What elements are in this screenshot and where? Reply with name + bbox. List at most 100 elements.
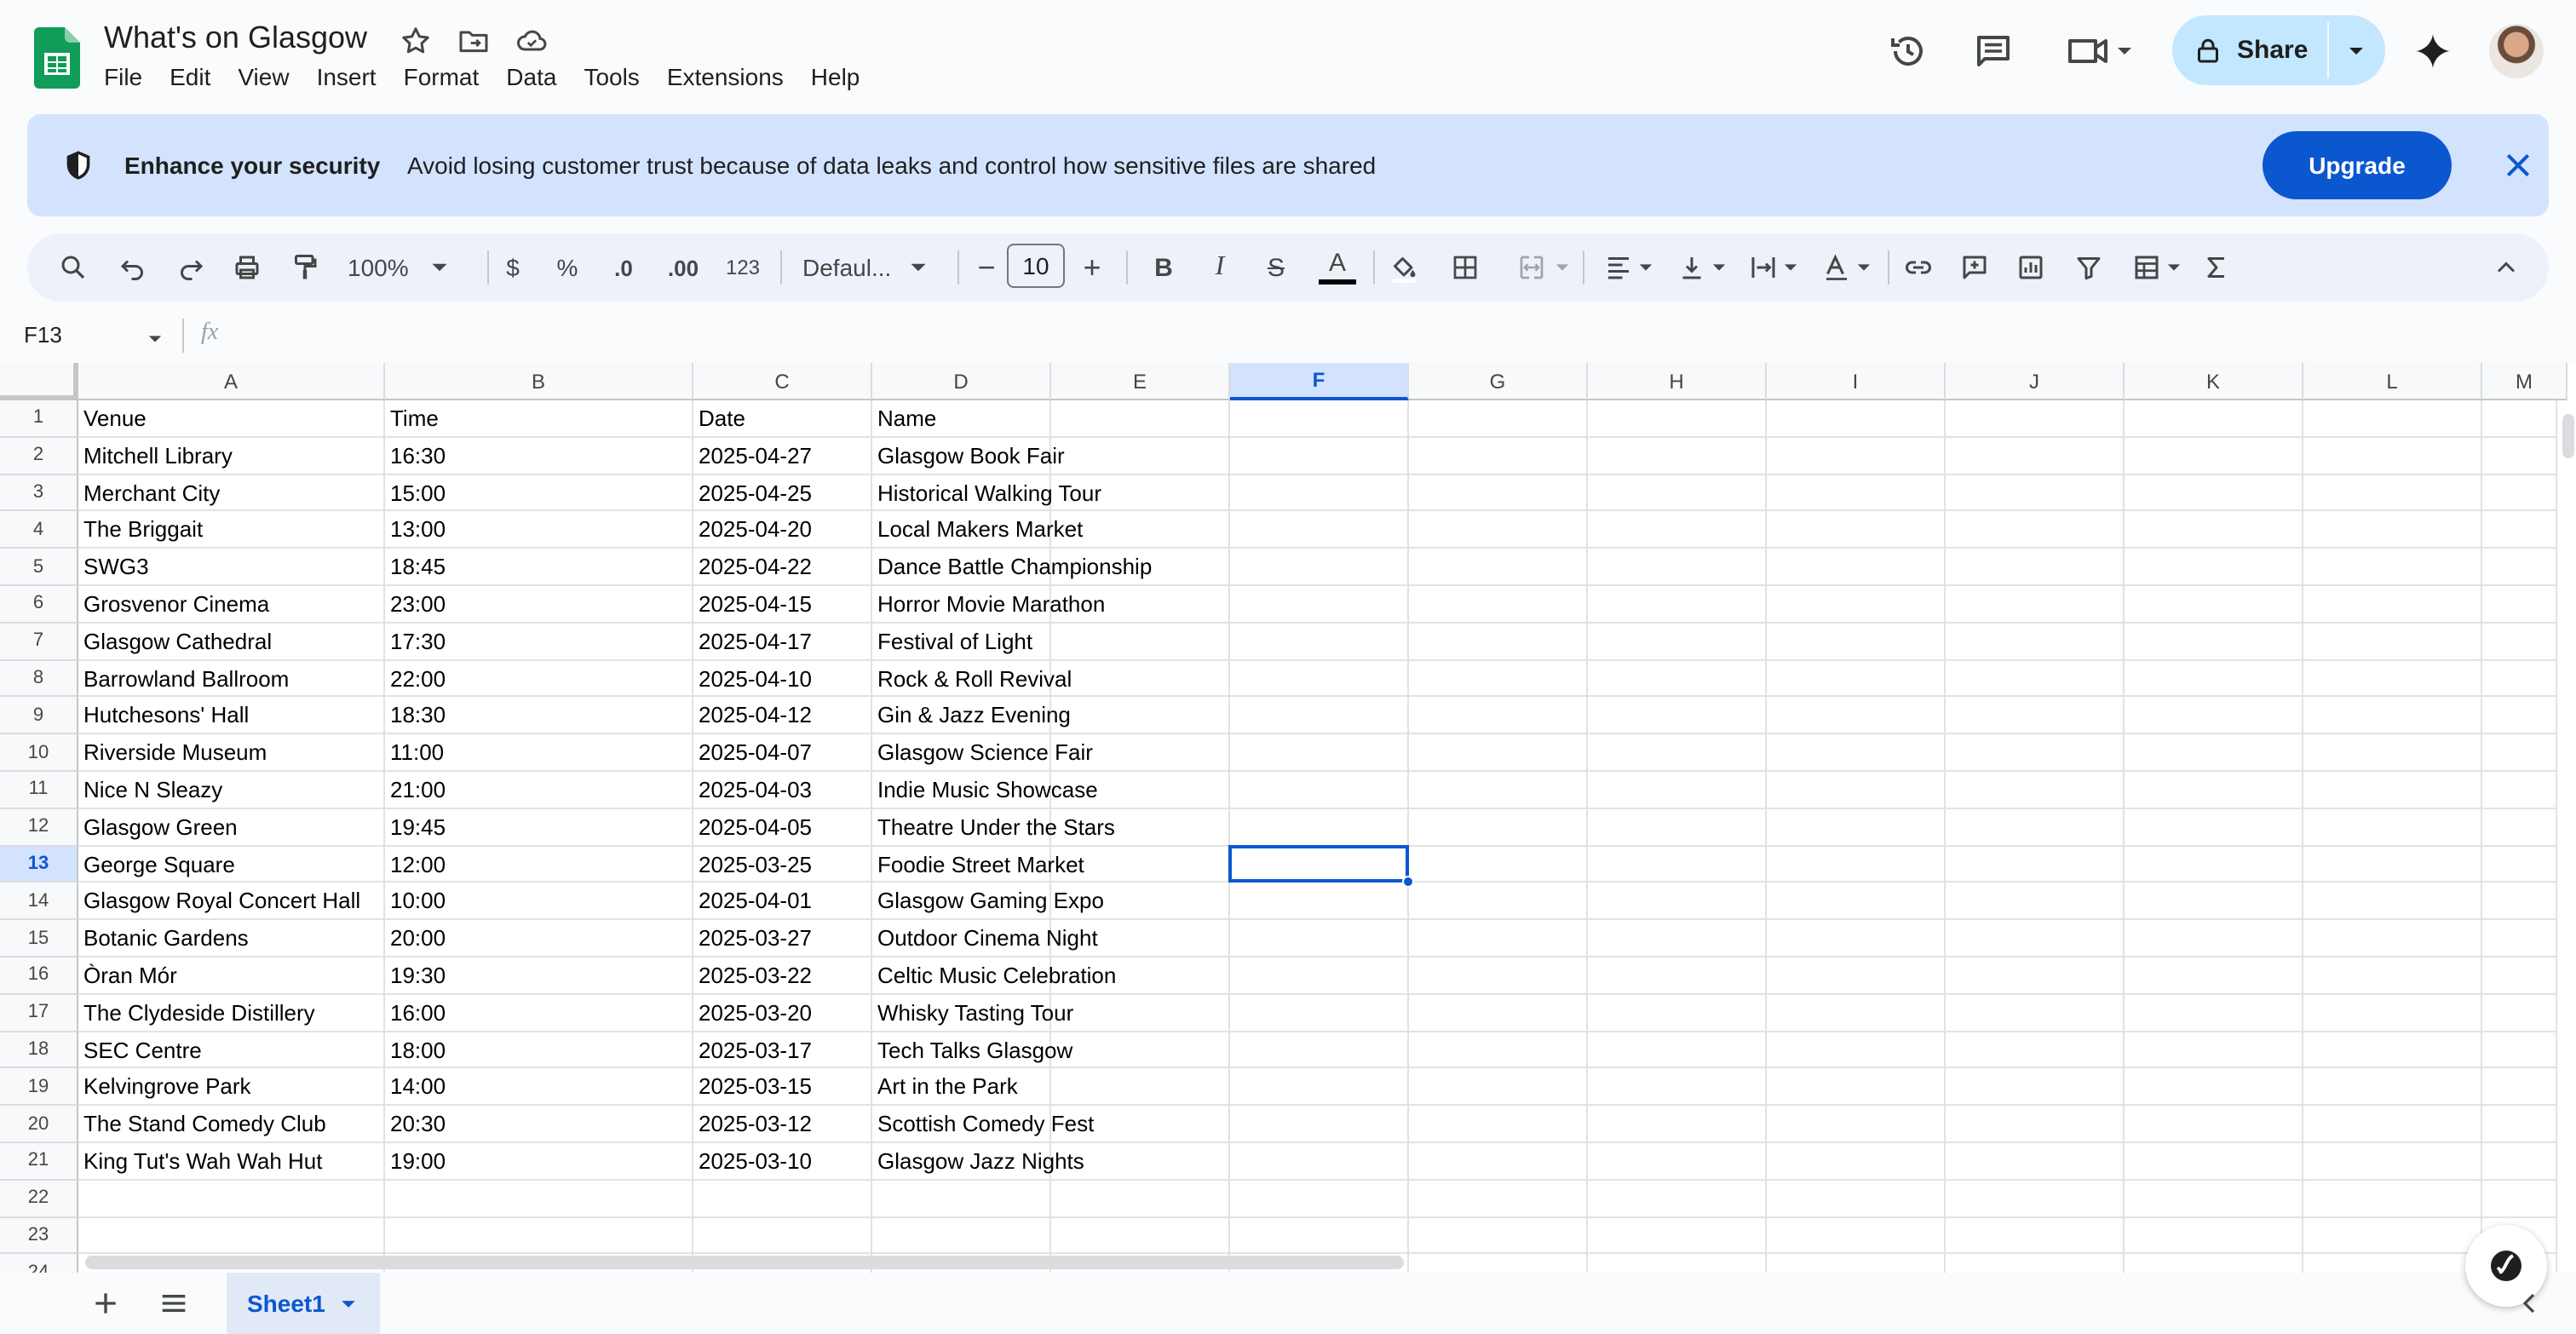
cell-d1[interactable]: Name	[872, 400, 936, 436]
fill-color-button[interactable]	[1389, 250, 1419, 285]
cell-b14[interactable]: 10:00	[385, 883, 446, 919]
sheet-tab[interactable]: Sheet1	[227, 1273, 380, 1334]
cell-b20[interactable]: 20:30	[385, 1106, 446, 1141]
cell-b1[interactable]: Time	[385, 400, 439, 436]
cell-a11[interactable]: Nice N Sleazy	[78, 772, 222, 808]
row-header[interactable]: 11	[0, 772, 78, 809]
menu-insert[interactable]: Insert	[317, 63, 388, 90]
cell-d9[interactable]: Gin & Jazz Evening	[872, 698, 1071, 733]
chevron-left-icon[interactable]	[2518, 1291, 2542, 1315]
cell-c5[interactable]: 2025-04-22	[693, 549, 812, 584]
cell-d15[interactable]: Outdoor Cinema Night	[872, 920, 1098, 956]
merge-cells-button[interactable]	[1509, 250, 1578, 285]
cell-d3[interactable]: Historical Walking Tour	[872, 474, 1101, 510]
cell-c21[interactable]: 2025-03-10	[693, 1143, 812, 1179]
cell-d16[interactable]: Celtic Music Celebration	[872, 957, 1116, 993]
row-header[interactable]: 10	[0, 734, 78, 772]
redo-button[interactable]	[175, 250, 206, 285]
chevron-down-icon[interactable]	[2344, 39, 2368, 63]
zoom-select[interactable]: 100%	[348, 250, 467, 285]
row-header[interactable]: 24	[0, 1254, 78, 1273]
share-label-group[interactable]: Share	[2193, 15, 2308, 85]
cell-c13[interactable]: 2025-03-25	[693, 846, 812, 882]
italic-button[interactable]: I	[1210, 250, 1230, 285]
row-header[interactable]: 22	[0, 1180, 78, 1218]
cell-c19[interactable]: 2025-03-15	[693, 1069, 812, 1105]
cell-d19[interactable]: Art in the Park	[872, 1069, 1018, 1105]
cell-d2[interactable]: Glasgow Book Fair	[872, 438, 1065, 474]
name-box[interactable]: F13	[24, 322, 62, 348]
paint-format-button[interactable]	[290, 250, 320, 285]
cell-c11[interactable]: 2025-04-03	[693, 772, 812, 808]
gemini-sparkle-icon[interactable]	[2412, 31, 2453, 72]
cell-c6[interactable]: 2025-04-15	[693, 586, 812, 622]
cell-c14[interactable]: 2025-04-01	[693, 883, 812, 919]
cell-b9[interactable]: 18:30	[385, 698, 446, 733]
fill-handle[interactable]	[1402, 876, 1414, 888]
strikethrough-button[interactable]: S	[1264, 250, 1288, 285]
bold-button[interactable]: B	[1152, 250, 1176, 285]
cell-c2[interactable]: 2025-04-27	[693, 438, 812, 474]
row-header[interactable]: 13	[0, 846, 78, 883]
horizontal-align-button[interactable]	[1600, 250, 1658, 285]
history-icon[interactable]	[1888, 31, 1929, 72]
menu-file[interactable]: File	[104, 63, 154, 90]
decrease-font-size-button[interactable]: −	[975, 250, 998, 285]
cell-a3[interactable]: Merchant City	[78, 474, 220, 510]
close-icon[interactable]	[2501, 148, 2535, 182]
column-header-k[interactable]: K	[2125, 363, 2303, 400]
select-all-corner[interactable]	[0, 363, 78, 400]
percent-format-button[interactable]: %	[554, 250, 581, 285]
cell-a7[interactable]: Glasgow Cathedral	[78, 624, 272, 659]
cell-b5[interactable]: 18:45	[385, 549, 446, 584]
cell-c1[interactable]: Date	[693, 400, 745, 436]
column-header-l[interactable]: L	[2303, 363, 2482, 400]
column-header-g[interactable]: G	[1409, 363, 1588, 400]
row-header[interactable]: 19	[0, 1068, 78, 1107]
row-header[interactable]: 8	[0, 660, 78, 698]
cell-b15[interactable]: 20:00	[385, 920, 446, 956]
cell-b8[interactable]: 22:00	[385, 660, 446, 696]
cell-d17[interactable]: Whisky Tasting Tour	[872, 995, 1073, 1031]
cell-a1[interactable]: Venue	[78, 400, 147, 436]
cell-d12[interactable]: Theatre Under the Stars	[872, 809, 1115, 845]
cell-d6[interactable]: Horror Movie Marathon	[872, 586, 1105, 622]
cell-a17[interactable]: The Clydeside Distillery	[78, 995, 315, 1031]
font-select[interactable]: Defaul...	[802, 250, 942, 285]
cell-a8[interactable]: Barrowland Ballroom	[78, 660, 289, 696]
row-header[interactable]: 17	[0, 994, 78, 1032]
insert-chart-button[interactable]	[2015, 250, 2046, 285]
avatar[interactable]	[2489, 24, 2544, 78]
chevron-down-icon[interactable]	[339, 1294, 358, 1313]
more-formats-button[interactable]: 123	[721, 250, 765, 285]
cell-b11[interactable]: 21:00	[385, 772, 446, 808]
cell-b12[interactable]: 19:45	[385, 809, 446, 845]
row-header[interactable]: 7	[0, 623, 78, 661]
cell-c3[interactable]: 2025-04-25	[693, 474, 812, 510]
cell-a13[interactable]: George Square	[78, 846, 235, 882]
text-wrapping-button[interactable]	[1745, 250, 1803, 285]
cell-d14[interactable]: Glasgow Gaming Expo	[872, 883, 1104, 919]
row-header[interactable]: 20	[0, 1106, 78, 1143]
borders-button[interactable]	[1450, 250, 1481, 285]
cell-b6[interactable]: 23:00	[385, 586, 446, 622]
cell-b3[interactable]: 15:00	[385, 474, 446, 510]
cloud-status-icon[interactable]	[515, 24, 549, 58]
print-button[interactable]	[232, 250, 262, 285]
sheets-logo-icon[interactable]	[34, 27, 80, 89]
folder-move-icon[interactable]	[457, 24, 491, 58]
menu-extensions[interactable]: Extensions	[667, 63, 796, 90]
vertical-scrollbar[interactable]	[2556, 400, 2576, 1273]
row-header[interactable]: 6	[0, 586, 78, 624]
cell-d18[interactable]: Tech Talks Glasgow	[872, 1032, 1072, 1067]
cell-c17[interactable]: 2025-03-20	[693, 995, 812, 1031]
active-cell-selection[interactable]	[1228, 844, 1409, 883]
row-header[interactable]: 14	[0, 883, 78, 921]
cell-d5[interactable]: Dance Battle Championship	[872, 549, 1152, 584]
cell-c15[interactable]: 2025-03-27	[693, 920, 812, 956]
cell-d21[interactable]: Glasgow Jazz Nights	[872, 1143, 1084, 1179]
row-header[interactable]: 12	[0, 808, 78, 847]
cell-a20[interactable]: The Stand Comedy Club	[78, 1106, 326, 1141]
cell-c9[interactable]: 2025-04-12	[693, 698, 812, 733]
cell-a19[interactable]: Kelvingrove Park	[78, 1069, 251, 1105]
